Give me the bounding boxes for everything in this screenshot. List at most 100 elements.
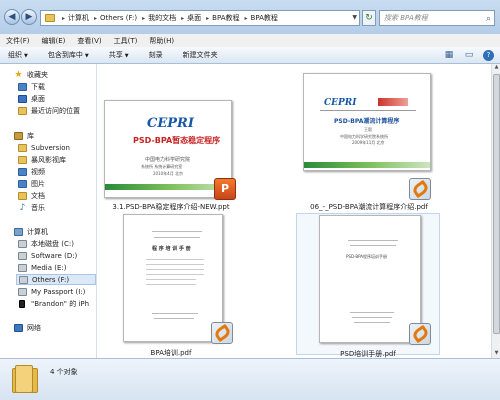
nav-favorites[interactable]: ★ 收藏夹 xyxy=(14,69,48,80)
burn-button[interactable]: 刻录 xyxy=(149,50,163,60)
chevron-down-icon[interactable]: ▼ xyxy=(493,350,500,358)
thumb-title: PSD-BPA潮流计算程序 xyxy=(334,118,400,125)
network-icon xyxy=(14,323,23,332)
address-input[interactable]: ▸ 计算机 ▸ Others (F:) ▸ 我的文档 ▸ 桌面 ▸ BPA教程 … xyxy=(40,10,360,26)
chevron-right-icon[interactable]: ▸ xyxy=(94,15,97,22)
search-placeholder: 搜索 BPA教程 xyxy=(384,14,428,22)
video-icon xyxy=(18,167,27,176)
chevron-down-icon[interactable]: ▼ xyxy=(352,14,357,21)
chevron-right-icon: ▸ xyxy=(62,14,66,22)
star-icon: ★ xyxy=(14,69,23,80)
refresh-button[interactable]: ↻ xyxy=(362,10,376,26)
chevron-down-icon: ▼ xyxy=(124,53,129,59)
thumb-date: 2009年11月 北京 xyxy=(352,140,385,145)
menu-help[interactable]: 帮助(H) xyxy=(149,36,174,46)
file-list: CEPRI PSD-BPA暂态稳定程序 中国电力科学研究院 系统所 系统计算研究… xyxy=(97,64,491,358)
nav-pictures[interactable]: 图片 xyxy=(18,178,45,189)
file-item-pdf-selected[interactable]: PSD-BPA程序培训手册 PSD培训手册.pdf xyxy=(296,213,440,358)
thumb-sub: 系统所 系统计算研究室 xyxy=(141,164,183,169)
command-bar: 组织 ▼ 包含到库中 ▼ 共享 ▼ 刻录 新建文件夹 ▦ ▭ ? xyxy=(0,47,500,64)
nav-drive-e[interactable]: Media (E:) xyxy=(18,262,67,273)
file-thumbnail: PSD-BPA程序培训手册 xyxy=(319,215,421,343)
include-in-library-button[interactable]: 包含到库中 ▼ xyxy=(48,50,89,60)
nav-documents[interactable]: 文档 xyxy=(18,190,45,201)
file-name[interactable]: 3.1.PSD-BPA稳定程序介绍-NEW.ppt xyxy=(99,202,243,212)
chevron-up-icon[interactable]: ▲ xyxy=(493,64,500,72)
file-item-pdf[interactable]: 程 序 培 训 手 册 BPA培训.pdf xyxy=(99,214,243,358)
breadcrumb-desktop[interactable]: 桌面 xyxy=(187,13,201,23)
details-pane: 4 个对象 xyxy=(0,358,500,400)
drive-icon xyxy=(19,275,28,284)
thumb-title: PSD-BPA暂态稳定程序 xyxy=(133,136,221,145)
nav-drive-f[interactable]: Others (F:) xyxy=(16,274,96,285)
organize-button[interactable]: 组织 ▼ xyxy=(8,50,28,60)
forward-button[interactable]: ▶ xyxy=(21,9,37,25)
breadcrumb-bpa-tutorial[interactable]: BPA教程 xyxy=(212,13,239,23)
nav-music[interactable]: ♪ 音乐 xyxy=(18,202,45,213)
menu-view[interactable]: 查看(V) xyxy=(77,36,101,46)
partner-logo xyxy=(378,98,408,106)
slide-footer-bar xyxy=(304,162,430,168)
chevron-right-icon[interactable]: ▸ xyxy=(142,15,145,22)
music-icon: ♪ xyxy=(19,202,26,213)
menu-bar: 文件(F) 编辑(E) 查看(V) 工具(T) 帮助(H) xyxy=(0,34,500,47)
search-input[interactable]: 搜索 BPA教程 ⌕ xyxy=(379,10,495,26)
drive-icon xyxy=(18,287,27,296)
file-name[interactable]: 06_-_PSD-BPA潮流计算程序介绍.pdf xyxy=(297,202,441,212)
breadcrumb-my-documents[interactable]: 我的文档 xyxy=(148,13,176,23)
file-thumbnail: 程 序 培 训 手 册 xyxy=(123,214,223,342)
chevron-right-icon[interactable]: ▸ xyxy=(181,15,184,22)
recent-places-icon xyxy=(18,106,27,115)
scrollbar-thumb[interactable] xyxy=(493,74,500,334)
chevron-right-icon[interactable]: ▸ xyxy=(206,15,209,22)
chevron-right-icon[interactable]: ▸ xyxy=(245,15,248,22)
menu-edit[interactable]: 编辑(E) xyxy=(42,36,66,46)
nav-computer[interactable]: 计算机 xyxy=(14,226,48,237)
nav-iphone[interactable]: "Brandon" 的 iPh xyxy=(18,298,89,309)
thumb-date: 2010年4月 北京 xyxy=(153,171,183,176)
share-button[interactable]: 共享 ▼ xyxy=(109,50,129,60)
computer-icon xyxy=(14,227,23,236)
nav-videos[interactable]: 视频 xyxy=(18,166,45,177)
file-item-pdf[interactable]: CEPRI PSD-BPA潮流计算程序 王毅 中国电力科学研究院系统所 2009… xyxy=(297,68,441,212)
thumb-title: 程 序 培 训 手 册 xyxy=(152,246,191,252)
nav-drive-i[interactable]: My Passport (I:) xyxy=(18,286,85,297)
address-bar-area: ◀ ▶ ▸ 计算机 ▸ Others (F:) ▸ 我的文档 ▸ 桌面 ▸ BP… xyxy=(0,0,500,34)
file-item-ppt[interactable]: CEPRI PSD-BPA暂态稳定程序 中国电力科学研究院 系统所 系统计算研究… xyxy=(99,68,243,212)
thumb-title: PSD-BPA程序培训手册 xyxy=(346,254,387,259)
divider xyxy=(320,110,416,111)
phone-icon xyxy=(19,299,25,308)
drive-icon xyxy=(18,251,27,260)
back-button[interactable]: ◀ xyxy=(4,9,20,25)
nav-subversion[interactable]: Subversion xyxy=(18,142,70,153)
new-folder-button[interactable]: 新建文件夹 xyxy=(183,50,218,60)
file-thumbnail: CEPRI PSD-BPA暂态稳定程序 中国电力科学研究院 系统所 系统计算研究… xyxy=(104,100,232,198)
nav-recent-places[interactable]: 最近访问的位置 xyxy=(18,105,80,116)
powerpoint-icon: P xyxy=(214,178,236,200)
file-name[interactable]: BPA培训.pdf xyxy=(99,348,243,358)
nav-libraries[interactable]: 库 xyxy=(14,130,34,141)
breadcrumb-computer[interactable]: 计算机 xyxy=(68,13,89,23)
nav-drive-d[interactable]: Software (D:) xyxy=(18,250,77,261)
pdf-icon xyxy=(409,323,431,345)
library-icon xyxy=(14,131,23,140)
help-icon[interactable]: ? xyxy=(483,50,494,61)
pdf-icon xyxy=(409,178,431,200)
document-icon xyxy=(18,191,27,200)
nav-desktop[interactable]: 桌面 xyxy=(18,93,45,104)
vertical-scrollbar[interactable]: ▲ ▼ xyxy=(491,64,500,358)
nav-network[interactable]: 网络 xyxy=(14,322,41,333)
menu-tools[interactable]: 工具(T) xyxy=(114,36,138,46)
nav-baofeng-library[interactable]: 暴风影视库 xyxy=(18,154,66,165)
breadcrumb-others[interactable]: Others (F:) xyxy=(100,14,137,22)
breadcrumb-bpa-tutorial-current[interactable]: BPA教程 xyxy=(251,13,278,23)
preview-pane-icon[interactable]: ▭ xyxy=(463,49,475,61)
menu-file[interactable]: 文件(F) xyxy=(6,36,30,46)
folder-icon xyxy=(18,143,27,152)
view-options-icon[interactable]: ▦ xyxy=(443,49,455,61)
cepri-logo: CEPRI xyxy=(147,116,194,131)
nav-drive-c[interactable]: 本地磁盘 (C:) xyxy=(18,238,74,249)
search-icon[interactable]: ⌕ xyxy=(486,12,491,26)
nav-downloads[interactable]: 下载 xyxy=(18,81,45,92)
cepri-logo: CEPRI xyxy=(324,98,357,108)
